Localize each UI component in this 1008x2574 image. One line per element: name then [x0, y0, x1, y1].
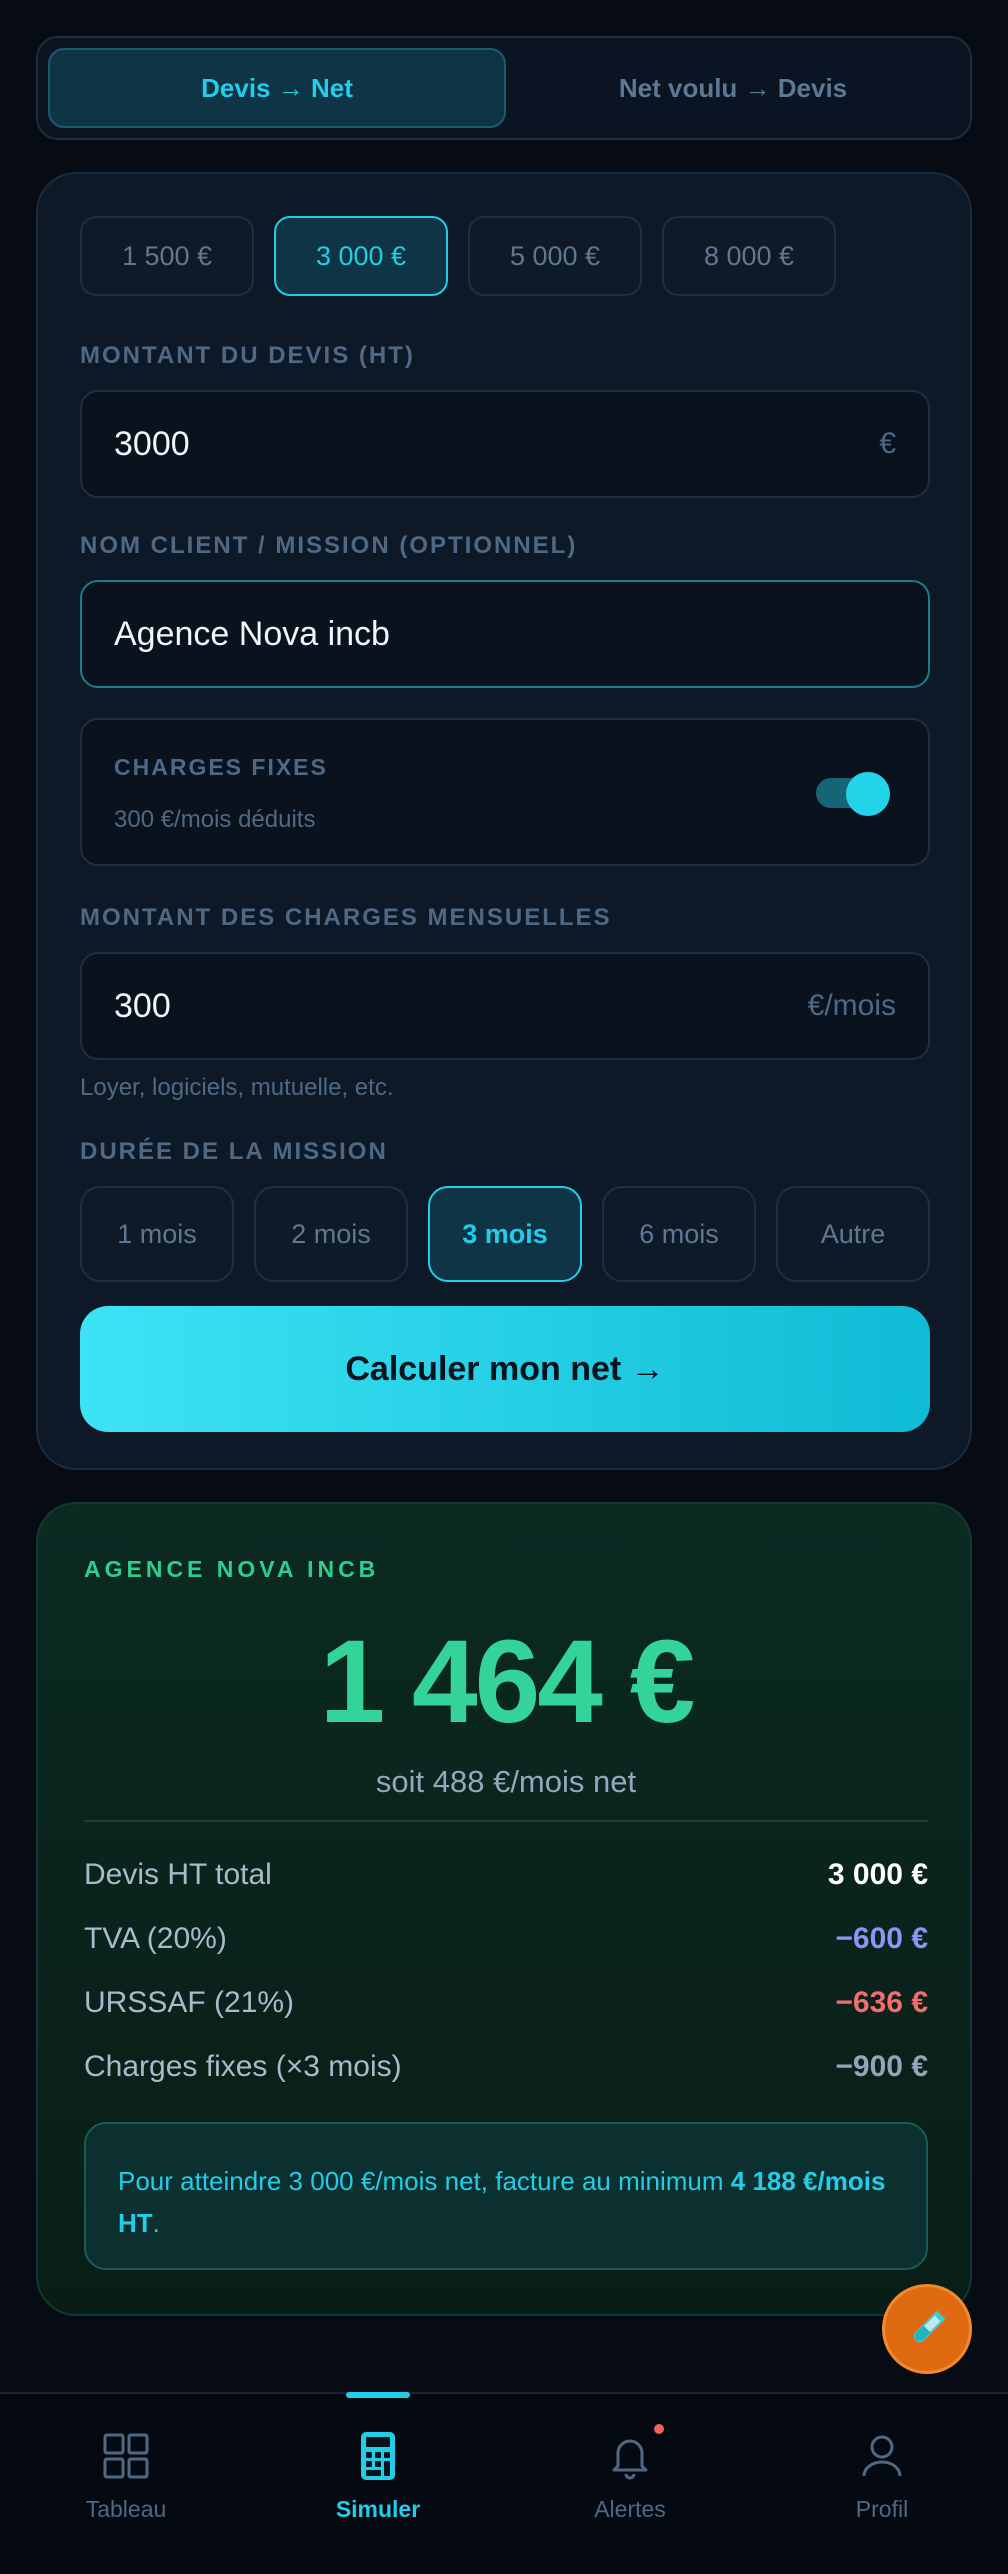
bell-icon [612, 2439, 648, 2480]
result-client-name: AGENCE NOVA INCB [84, 1556, 380, 1582]
nav-label: Simuler [335, 2496, 421, 2522]
breakdown-label: URSSAF (21%) [84, 1986, 295, 2019]
monthly-charges-hint: Loyer, logiciels, mutuelle, etc. [80, 1074, 394, 1101]
user-icon [862, 2435, 902, 2477]
client-name-input[interactable]: Agence Nova incb [80, 580, 930, 688]
client-name-label: NOM CLIENT / MISSION (OPTIONNEL) [80, 532, 578, 559]
fixed-charges-switch[interactable] [816, 772, 890, 816]
mode-toggle: Devis → Net Net voulu → Devis [36, 36, 972, 140]
tip-text: Pour atteindre 3 000 €/mois net, facture… [118, 2166, 731, 2196]
quick-amount-chip[interactable]: 5 000 € [468, 216, 642, 296]
mode-quote-to-net-button[interactable]: Devis → Net [48, 48, 506, 128]
switch-knob [846, 772, 890, 816]
breakdown-row: Charges fixes (×3 mois) −900 € [84, 2050, 928, 2084]
mission-duration-label: DURÉE DE LA MISSION [80, 1138, 388, 1165]
fixed-charges-title: CHARGES FIXES [114, 754, 328, 780]
duration-option[interactable]: Autre [776, 1186, 930, 1282]
quick-amount-chips: 1 500 € 3 000 € 5 000 € 8 000 € [80, 216, 836, 296]
duration-option[interactable]: 3 mois [428, 1186, 582, 1282]
lab-fab-button[interactable] [882, 2284, 972, 2374]
result-card: AGENCE NOVA INCB 1 464 € soit 488 €/mois… [36, 1502, 972, 2316]
nav-label: Profil [855, 2496, 909, 2522]
tip-suffix: . [152, 2208, 160, 2238]
duration-option[interactable]: 6 mois [602, 1186, 756, 1282]
quote-amount-value: 3000 [114, 424, 190, 463]
duration-option[interactable]: 2 mois [254, 1186, 408, 1282]
net-per-month: soit 488 €/mois net [375, 1764, 637, 1799]
mode-net-to-quote-button[interactable]: Net voulu → Devis [506, 48, 960, 128]
quote-amount-label: MONTANT DU DEVIS (HT) [80, 342, 415, 369]
quote-amount-input[interactable]: 3000 € [80, 390, 930, 498]
monthly-charges-unit: €/mois [807, 989, 896, 1022]
calculate-button[interactable]: Calculer mon net → [80, 1306, 930, 1432]
breakdown-label: Devis HT total [84, 1858, 272, 1891]
breakdown-label: TVA (20%) [84, 1922, 227, 1955]
currency-unit: € [879, 427, 896, 460]
breakdown-row: TVA (20%) −600 € [84, 1922, 928, 1956]
monthly-charges-label: MONTANT DES CHARGES MENSUELLES [80, 904, 612, 931]
fixed-charges-toggle-row: CHARGES FIXES 300 €/mois déduits [80, 718, 930, 866]
recommendation-tip: Pour atteindre 3 000 €/mois net, facture… [84, 2122, 928, 2270]
fixed-charges-subtitle: 300 €/mois déduits [114, 806, 316, 833]
active-indicator [346, 2392, 410, 2398]
simulation-form-card: 1 500 € 3 000 € 5 000 € 8 000 € MONTANT … [36, 172, 972, 1470]
nav-item-profil[interactable]: Profil [756, 2394, 1008, 2574]
monthly-charges-input[interactable]: 300 €/mois [80, 952, 930, 1060]
nav-label: Alertes [594, 2496, 666, 2522]
breakdown-amount: −600 € [835, 1922, 928, 1955]
quick-amount-chip[interactable]: 8 000 € [662, 216, 836, 296]
breakdown-amount: 3 000 € [827, 1858, 928, 1891]
nav-item-tableau[interactable]: Tableau [0, 2394, 252, 2574]
breakdown-amount: −900 € [835, 2050, 928, 2083]
simulator-screen: Devis → Net Net voulu → Devis 1 500 € 3 … [0, 0, 1008, 2574]
test-tube-icon [913, 2311, 945, 2343]
quick-amount-chip[interactable]: 3 000 € [274, 216, 448, 296]
grid-icon [103, 2433, 149, 2479]
nav-item-alertes[interactable]: Alertes [504, 2394, 756, 2574]
quick-amount-chip[interactable]: 1 500 € [80, 216, 254, 296]
nav-label: Tableau [85, 2496, 167, 2522]
duration-options: 1 mois 2 mois 3 mois 6 mois Autre [80, 1186, 930, 1282]
calculator-icon [361, 2432, 395, 2480]
monthly-charges-value: 300 [114, 986, 171, 1025]
breakdown-row: URSSAF (21%) −636 € [84, 1986, 928, 2020]
breakdown-row: Devis HT total 3 000 € [84, 1858, 928, 1892]
notification-dot [654, 2424, 664, 2434]
bottom-navigation: Tableau Simuler Alertes Profil [0, 2392, 1008, 2574]
client-name-value: Agence Nova incb [114, 614, 390, 653]
divider [84, 1820, 928, 1822]
nav-item-simuler[interactable]: Simuler [252, 2392, 504, 2574]
net-amount: 1 464 € [319, 1616, 696, 1748]
breakdown-amount: −636 € [835, 1986, 928, 2019]
duration-option[interactable]: 1 mois [80, 1186, 234, 1282]
breakdown-label: Charges fixes (×3 mois) [84, 2050, 402, 2083]
